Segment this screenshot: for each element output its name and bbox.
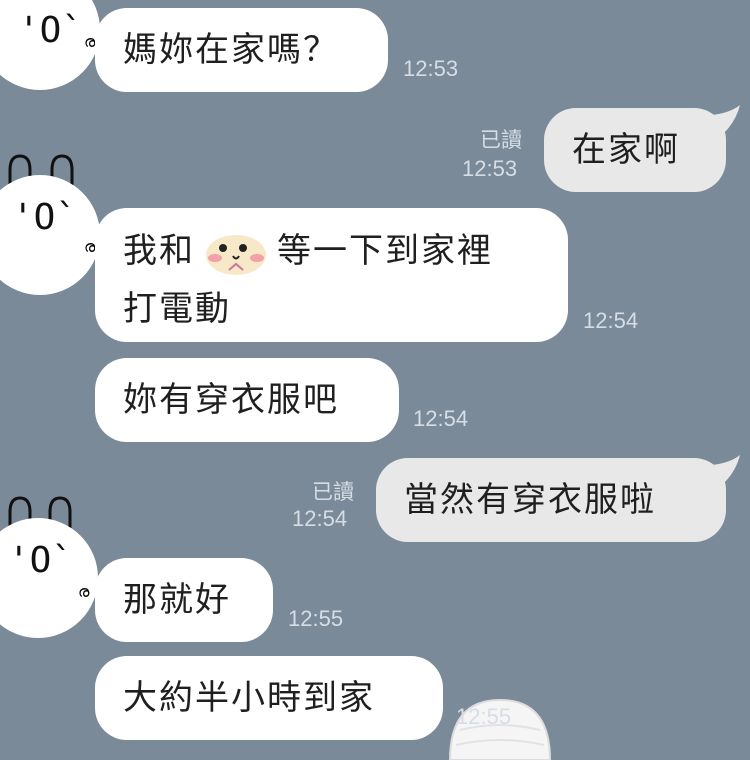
message-time: 12:53	[462, 156, 518, 181]
message-text: 大約半小時到家	[123, 678, 375, 718]
message-bubble-incoming[interactable]: 那就好	[95, 558, 273, 642]
message-line-1: 我和 等一下到家裡	[123, 226, 493, 278]
swirl-icon: ര	[84, 237, 96, 256]
message-time: 12:53	[403, 56, 459, 81]
avatar-face: 'O`	[12, 197, 78, 238]
avatar-face: 'O`	[18, 10, 84, 51]
message-bubble-outgoing[interactable]: 當然有穿衣服啦	[376, 458, 726, 542]
bubble-tail	[712, 105, 740, 133]
message-text: 等一下到家裡	[277, 231, 493, 271]
message-text: 我和	[123, 231, 195, 271]
message-time: 12:55	[456, 704, 512, 729]
message-time: 12:54	[292, 506, 348, 531]
message-text: 妳有穿衣服吧	[123, 380, 339, 420]
message-bubble-incoming[interactable]: 大約半小時到家	[95, 656, 443, 740]
message-time: 12:54	[413, 406, 469, 431]
message-bubble-incoming[interactable]: 妳有穿衣服吧	[95, 358, 399, 442]
message-bubble-incoming[interactable]: 媽妳在家嗎？	[95, 8, 388, 92]
message-time: 12:54	[583, 308, 639, 333]
message-text: 在家啊	[572, 130, 680, 170]
pink-blob-sticker-icon	[206, 234, 266, 275]
bubble-tail	[712, 455, 740, 483]
swirl-icon: ര	[78, 582, 90, 601]
message-text: 媽妳在家嗎？	[123, 30, 339, 70]
avatar[interactable]: 'O` ര	[0, 0, 100, 90]
swirl-icon: ര	[84, 32, 96, 51]
read-receipt: 已讀	[312, 480, 354, 504]
chat-area: 'O` ര 媽妳在家嗎？ 12:53 已讀 12:53 在家啊 'O` ര 我和	[0, 0, 750, 760]
message-text: 當然有穿衣服啦	[404, 480, 656, 520]
message-bubble-incoming[interactable]: 我和 等一下到家裡 打電動	[95, 208, 568, 342]
message-time: 12:55	[288, 606, 344, 631]
avatar-face: 'O`	[8, 540, 74, 581]
message-bubble-outgoing[interactable]: 在家啊	[544, 108, 726, 192]
read-receipt: 已讀	[480, 128, 522, 152]
message-line-2: 打電動	[123, 288, 231, 329]
message-text: 那就好	[123, 580, 231, 620]
